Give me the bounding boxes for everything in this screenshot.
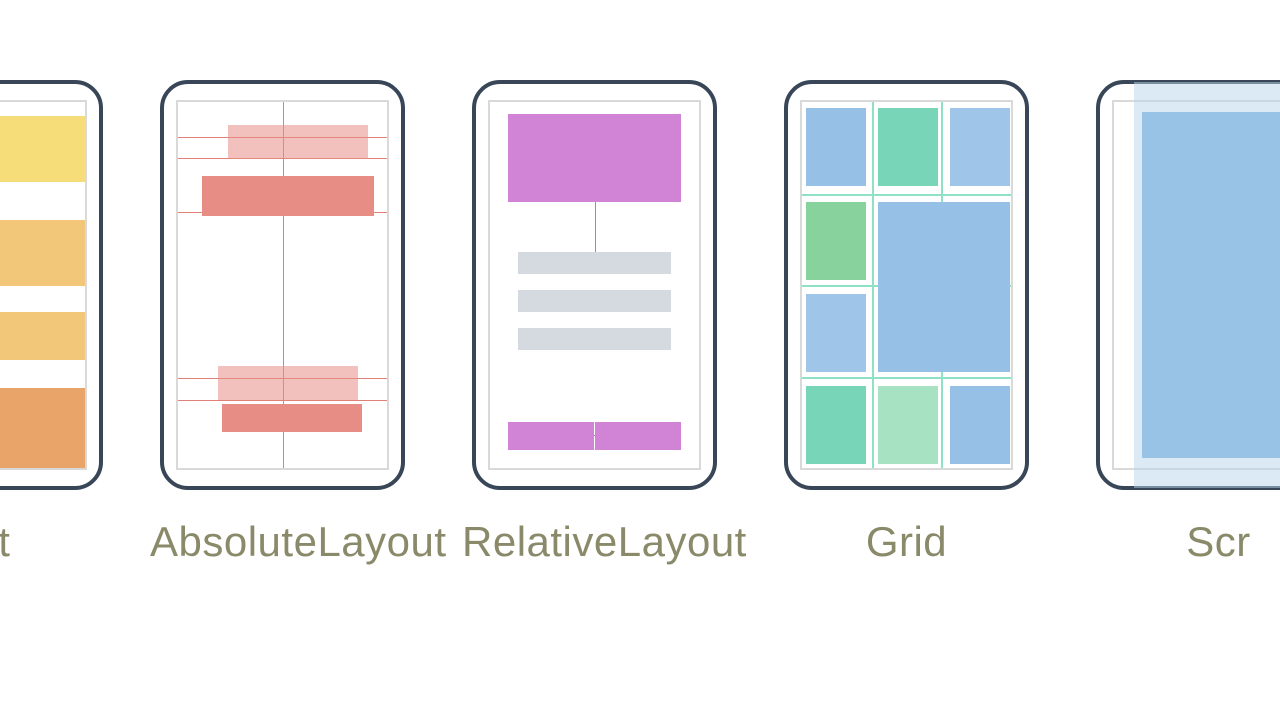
- phone-frame: [1096, 80, 1280, 490]
- phone-frame: [0, 80, 103, 490]
- grid-cell: [950, 386, 1010, 464]
- abs-rect-2: [222, 404, 362, 432]
- layout-diagram: out AbsoluteLayout: [0, 0, 1280, 720]
- rel-row-3: [518, 328, 671, 350]
- grid-cell-big: [878, 202, 1010, 372]
- rel-header: [508, 114, 681, 202]
- card-scrollview: Scr: [1086, 80, 1280, 566]
- grid-h1: [802, 194, 1011, 196]
- phone-screen: [800, 100, 1013, 470]
- grid-h3: [802, 377, 1011, 379]
- rel-foot-link: [594, 435, 595, 436]
- phone-screen: [1112, 100, 1280, 470]
- phone-screen: [176, 100, 389, 470]
- rel-row-1: [518, 252, 671, 274]
- abs-rect-1: [202, 176, 374, 216]
- rel-connector: [595, 202, 596, 252]
- phone-frame: [160, 80, 405, 490]
- card-absolutelayout: AbsoluteLayout: [150, 80, 415, 566]
- phone-frame: [784, 80, 1029, 490]
- abs-soft-1: [228, 125, 368, 159]
- phone-screen: [488, 100, 701, 470]
- scroll-content: [1142, 112, 1280, 458]
- grid-cell: [806, 386, 866, 464]
- grid-cell: [878, 386, 938, 464]
- rel-foot-left: [508, 422, 594, 450]
- grid-cell: [878, 108, 938, 186]
- caption-scrollview: Scr: [1086, 518, 1280, 566]
- rel-row-2: [518, 290, 671, 312]
- caption-grid: Grid: [774, 518, 1039, 566]
- phone-screen: [0, 100, 87, 470]
- grid-cell: [950, 108, 1010, 186]
- abs-soft-2: [218, 366, 358, 400]
- caption-relativelayout: RelativeLayout: [462, 518, 727, 566]
- caption-stacklayout: out: [0, 518, 113, 566]
- rel-foot-right: [595, 422, 681, 450]
- grid-cell: [806, 108, 866, 186]
- stack-row-1: [0, 116, 85, 182]
- grid-cell: [806, 202, 866, 280]
- caption-absolutelayout: AbsoluteLayout: [150, 518, 415, 566]
- card-relativelayout: RelativeLayout: [462, 80, 727, 566]
- stack-row-4: [0, 388, 85, 468]
- card-stacklayout: out: [0, 80, 113, 566]
- card-grid: Grid: [774, 80, 1039, 566]
- stack-row-2: [0, 220, 85, 286]
- stack-row-3: [0, 312, 85, 360]
- grid-cell: [806, 294, 866, 372]
- phone-frame: [472, 80, 717, 490]
- abs-hline-3b: [178, 400, 387, 401]
